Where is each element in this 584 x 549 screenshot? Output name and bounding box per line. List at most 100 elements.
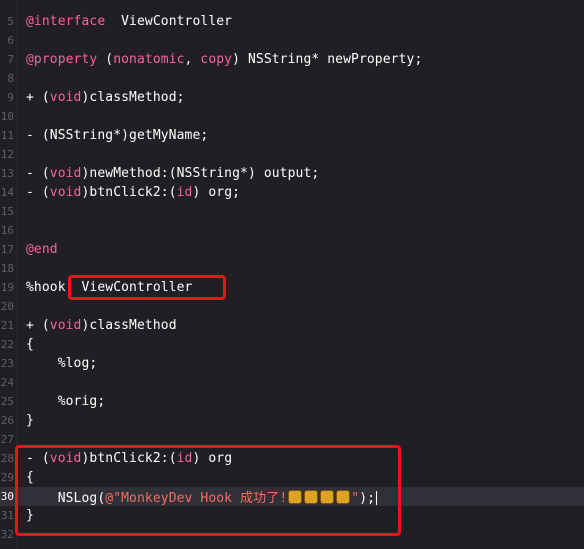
- keyword-token: void: [49, 166, 82, 181]
- code-line-31[interactable]: 31}: [0, 506, 584, 525]
- line-number: 19: [0, 281, 14, 294]
- line-number: 28: [0, 452, 14, 465]
- code-line-13[interactable]: 13 - (void)newMethod:(NSString*) output;: [0, 164, 584, 183]
- code-line-9[interactable]: 9 + (void)classMethod;: [0, 88, 584, 107]
- code-text[interactable]: @end: [26, 242, 58, 257]
- code-line-32[interactable]: 32: [0, 525, 584, 544]
- keyword-token: copy: [200, 52, 233, 67]
- code-line-23[interactable]: 23 %log;: [0, 354, 584, 373]
- code-token: }: [26, 508, 34, 523]
- keyword-token: void: [49, 90, 82, 105]
- line-number: 9: [7, 91, 14, 104]
- code-text[interactable]: - (NSString*)getMyName;: [26, 128, 208, 143]
- line-number: 23: [0, 357, 14, 370]
- line-number: 16: [0, 224, 14, 237]
- code-token: ViewController: [105, 14, 233, 29]
- code-token: )btnClick2:(: [81, 451, 177, 466]
- code-text[interactable]: - (void)newMethod:(NSString*) output;: [26, 166, 319, 181]
- code-line-16[interactable]: 16: [0, 221, 584, 240]
- code-token: }: [26, 413, 34, 428]
- code-line-18[interactable]: 18: [0, 259, 584, 278]
- code-line-11[interactable]: 11 - (NSString*)getMyName;: [0, 126, 584, 145]
- line-number: 15: [0, 205, 14, 218]
- line-number: 17: [0, 243, 14, 256]
- code-line-20[interactable]: 20: [0, 297, 584, 316]
- code-token: )classMethod;: [81, 90, 185, 105]
- code-text[interactable]: {: [26, 337, 34, 352]
- code-text[interactable]: }: [26, 508, 34, 523]
- line-number: 22: [0, 338, 14, 351]
- code-line-15[interactable]: 15: [0, 202, 584, 221]
- code-token: )btnClick2:(: [81, 185, 177, 200]
- code-line-5[interactable]: 5 @interface ViewController: [0, 12, 584, 31]
- code-line-26[interactable]: 26}: [0, 411, 584, 430]
- line-number: 21: [0, 319, 14, 332]
- code-line-6[interactable]: 6: [0, 31, 584, 50]
- code-token: );: [359, 491, 376, 506]
- line-number: 18: [0, 262, 14, 275]
- code-token: + (: [26, 90, 50, 105]
- line-number: 31: [0, 509, 14, 522]
- code-line-12[interactable]: 12: [0, 145, 584, 164]
- code-token: - (: [26, 185, 50, 200]
- code-text[interactable]: }: [26, 413, 34, 428]
- code-line-8[interactable]: 8: [0, 69, 584, 88]
- beer-mug-icon: [304, 490, 319, 504]
- line-number: 26: [0, 414, 14, 427]
- line-number: 5: [7, 15, 14, 28]
- string-token: ": [351, 491, 360, 506]
- line-number: 32: [0, 528, 14, 541]
- code-line-10[interactable]: 10: [0, 107, 584, 126]
- keyword-token: void: [49, 318, 82, 333]
- code-token: - (: [26, 451, 50, 466]
- beer-mug-icon: [288, 490, 303, 504]
- keyword-token: void: [49, 451, 82, 466]
- line-number: 30: [0, 490, 14, 503]
- code-line-17[interactable]: 17 @end: [0, 240, 584, 259]
- code-line-21[interactable]: 21 + (void)classMethod: [0, 316, 584, 335]
- line-number: 11: [0, 129, 14, 142]
- code-line-22[interactable]: 22 {: [0, 335, 584, 354]
- code-token: )classMethod: [81, 318, 177, 333]
- code-line-7[interactable]: 7 @property (nonatomic, copy) NSString* n…: [0, 50, 584, 69]
- string-token: @"MonkeyDev Hook 成功了!: [105, 491, 288, 506]
- code-token: %hook ViewController: [26, 280, 193, 295]
- code-line-19[interactable]: 19 %hook ViewController: [0, 278, 584, 297]
- beer-mug-icon: [336, 490, 351, 504]
- line-number: 6: [7, 34, 14, 47]
- code-token: {: [26, 337, 34, 352]
- code-token: ) org: [192, 451, 233, 466]
- line-number: 7: [7, 53, 14, 66]
- code-line-29[interactable]: 29 {: [0, 468, 584, 487]
- code-text[interactable]: NSLog(@"MonkeyDev Hook 成功了! ");: [26, 487, 378, 506]
- code-line-25[interactable]: 25 %orig;: [0, 392, 584, 411]
- code-token: NSLog(: [26, 491, 106, 506]
- code-token: + (: [26, 318, 50, 333]
- code-text[interactable]: %orig;: [26, 394, 105, 409]
- code-line-28[interactable]: 28 - (void)btnClick2:(id) org: [0, 449, 584, 468]
- code-text[interactable]: @interface ViewController: [26, 14, 232, 29]
- code-token: {: [26, 470, 34, 485]
- code-text[interactable]: - (void)btnClick2:(id) org;: [26, 185, 240, 200]
- code-line-30[interactable]: 30 NSLog(@"MonkeyDev Hook 成功了! ");: [0, 487, 584, 506]
- code-token: )newMethod:(NSString*) output;: [81, 166, 320, 181]
- code-text[interactable]: {: [26, 470, 34, 485]
- code-text[interactable]: + (void)classMethod;: [26, 90, 185, 105]
- code-text[interactable]: @property (nonatomic, copy) NSString* ne…: [26, 52, 422, 67]
- code-text[interactable]: %hook ViewController: [26, 280, 192, 295]
- code-token: ) NSString* newProperty;: [232, 52, 423, 67]
- line-number: 25: [0, 395, 14, 408]
- code-editor[interactable]: 5 @interface ViewController 6 7 @property (n…: [0, 0, 584, 549]
- code-token: %orig;: [26, 394, 106, 409]
- code-line-24[interactable]: 24: [0, 373, 584, 392]
- code-text[interactable]: %log;: [26, 356, 98, 371]
- code-text[interactable]: + (void)classMethod: [26, 318, 177, 333]
- code-line-14[interactable]: 14 - (void)btnClick2:(id) org;: [0, 183, 584, 202]
- beer-mug-icon: [320, 490, 335, 504]
- code-line-27[interactable]: 27: [0, 430, 584, 449]
- keyword-token: @end: [26, 242, 58, 257]
- text-cursor: [376, 491, 378, 505]
- keyword-token: id: [176, 185, 193, 200]
- code-text[interactable]: - (void)btnClick2:(id) org: [26, 451, 232, 466]
- line-number: 27: [0, 433, 14, 446]
